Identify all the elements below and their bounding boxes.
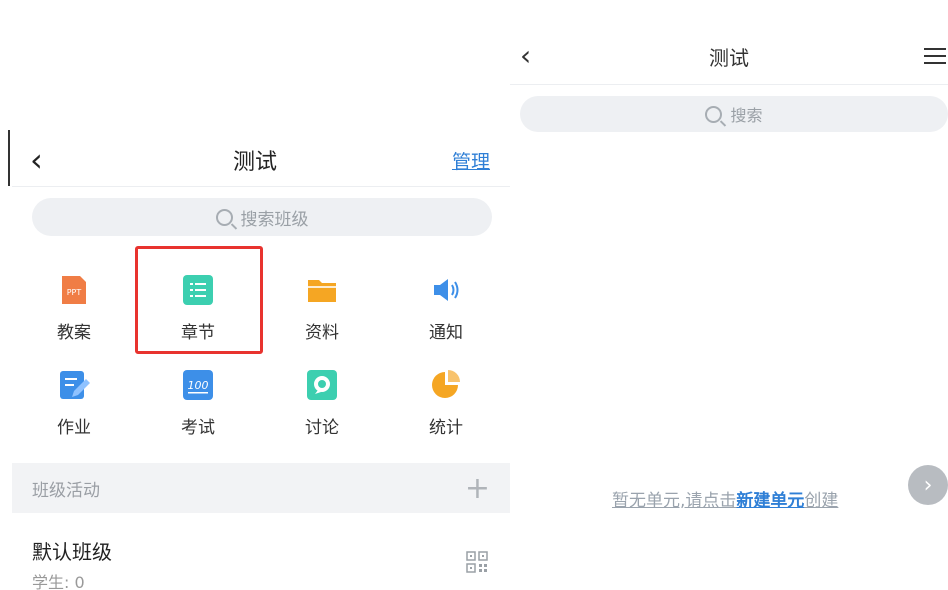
header-divider <box>12 186 510 187</box>
page-title: 测试 <box>709 45 749 70</box>
class-name[interactable]: 默认班级 <box>32 536 112 565</box>
tool-discussion[interactable]: 讨论 <box>260 361 384 456</box>
tool-label: 统计 <box>429 418 463 438</box>
page-title: 测试 <box>232 150 277 175</box>
tool-materials[interactable]: 资料 <box>260 266 384 361</box>
svg-text:PPT: PPT <box>67 288 82 297</box>
back-icon[interactable]: ‹ <box>30 144 43 176</box>
right-header: ‹ 测试 <box>510 36 948 76</box>
ppt-icon: PPT <box>58 274 90 306</box>
tool-exam[interactable]: 100 考试 <box>136 361 260 456</box>
right-screen: ‹ 测试 搜索 暂无单元,请点击新建单元创建 › <box>510 0 948 590</box>
tool-notice[interactable]: 通知 <box>384 266 508 361</box>
empty-suffix: 创建 <box>804 491 839 511</box>
new-unit-link[interactable]: 新建单元 <box>736 491 804 511</box>
tool-label: 教案 <box>57 323 91 343</box>
speaker-icon <box>430 274 462 306</box>
tool-label: 讨论 <box>305 418 339 438</box>
manage-link[interactable]: 管理 <box>452 147 490 174</box>
class-activities-header: 班级活动 + <box>12 463 510 513</box>
plus-icon[interactable]: + <box>465 471 490 506</box>
chevron-right-icon[interactable]: › <box>908 465 948 505</box>
svg-text:100: 100 <box>188 379 209 392</box>
back-icon[interactable]: ‹ <box>520 42 531 70</box>
tool-label: 作业 <box>57 418 91 438</box>
search-placeholder: 搜索班级 <box>240 209 309 230</box>
section-title: 班级活动 <box>32 480 100 501</box>
class-search-input[interactable]: 搜索班级 <box>32 198 492 236</box>
search-icon <box>705 105 723 123</box>
qr-code-icon[interactable] <box>466 551 488 573</box>
tool-label: 通知 <box>429 323 463 343</box>
search-input[interactable]: 搜索 <box>520 96 948 132</box>
search-icon <box>215 208 233 226</box>
pie-chart-icon <box>430 369 462 401</box>
exam-100-icon: 100 <box>182 369 214 401</box>
tool-lesson-plan[interactable]: PPT 教案 <box>12 266 136 361</box>
search-placeholder: 搜索 <box>730 106 763 125</box>
tool-homework[interactable]: 作业 <box>12 361 136 456</box>
menu-icon[interactable] <box>924 43 946 69</box>
tool-label: 考试 <box>181 418 215 438</box>
discussion-icon <box>306 369 338 401</box>
empty-prefix: 暂无单元,请点击 <box>612 491 737 511</box>
left-header: ‹ 测试 管理 <box>0 138 510 182</box>
left-screen: ‹ 测试 管理 搜索班级 PPT 教案 章节 资料 通知 作业 100 考试 讨… <box>0 0 510 590</box>
tool-label: 资料 <box>305 323 339 343</box>
highlight-box <box>135 246 263 354</box>
folder-icon <box>306 274 338 306</box>
header-divider <box>510 84 948 85</box>
tool-statistics[interactable]: 统计 <box>384 361 508 456</box>
homework-icon <box>58 369 90 401</box>
empty-state-text: 暂无单元,请点击新建单元创建 <box>612 486 838 511</box>
student-count: 学生: 0 <box>32 573 85 590</box>
